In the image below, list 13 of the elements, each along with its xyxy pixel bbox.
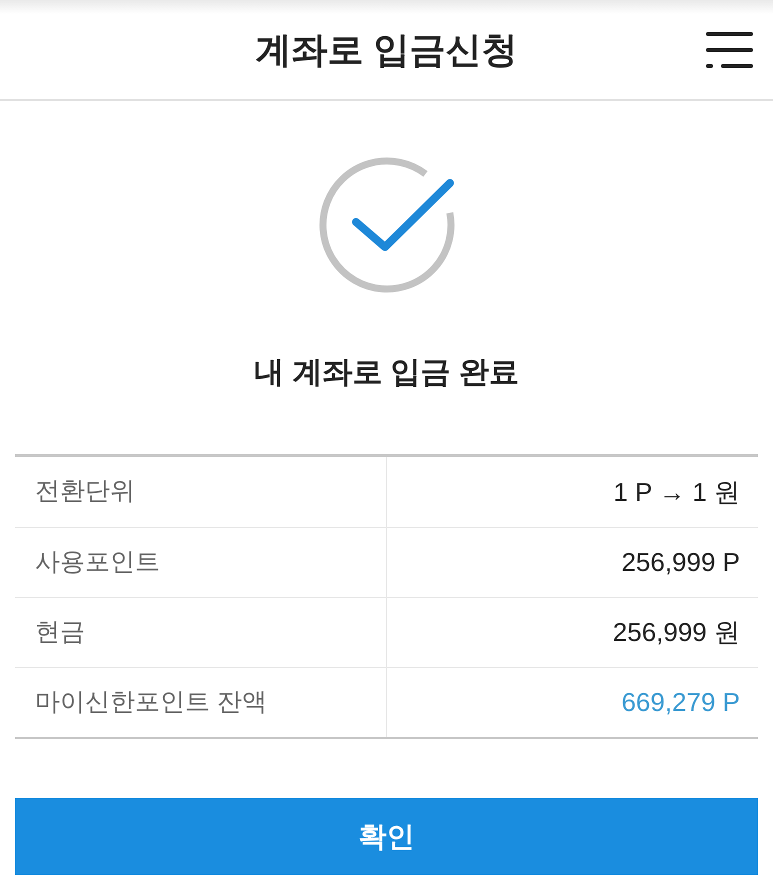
menu-icon[interactable] [706, 32, 753, 68]
detail-value: 256,999 원 [612, 616, 741, 649]
detail-value: 256,999 P [620, 546, 741, 579]
detail-value: 1 P → 1 원 [612, 476, 741, 508]
page-title: 계좌로 입금신청 [255, 28, 518, 72]
detail-label: 사용포인트 [15, 528, 386, 597]
check-circle-icon [318, 157, 454, 293]
detail-value: 669,279 P [620, 686, 741, 719]
detail-label: 현금 [15, 598, 386, 667]
detail-label: 전환단위 [15, 457, 386, 527]
confirm-button[interactable]: 확인 [15, 798, 758, 875]
completion-message: 내 계좌로 입금 완료 [252, 355, 520, 391]
detail-label: 마이신한포인트 잔액 [15, 668, 386, 737]
